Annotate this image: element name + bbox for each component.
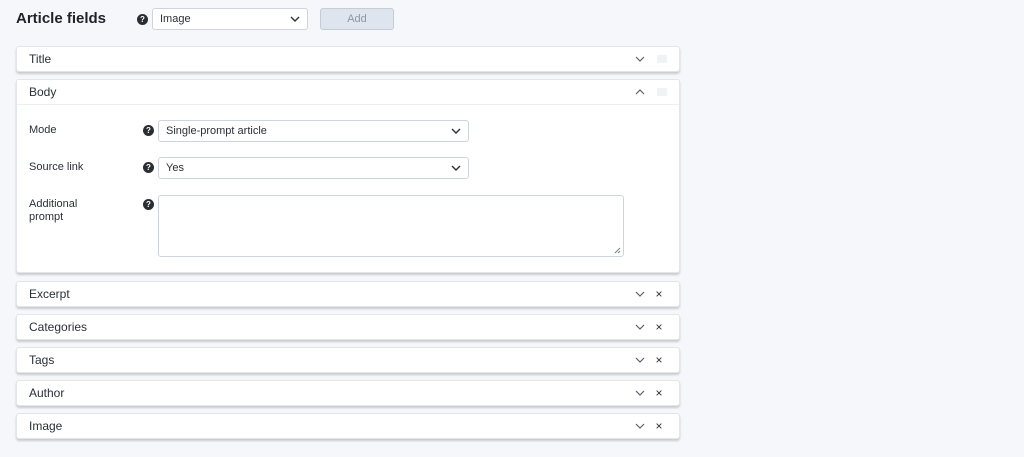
mode-label: Mode — [29, 124, 57, 136]
add-button[interactable]: Add — [320, 8, 394, 30]
mode-select-value: Single-prompt article — [166, 125, 267, 137]
chevron-down-icon[interactable] — [634, 420, 646, 432]
panel-categories-header[interactable]: Categories × — [17, 315, 679, 339]
resize-handle-icon[interactable] — [614, 247, 621, 254]
panel-title: Title — [16, 46, 680, 72]
additional-prompt-label: Additional prompt — [29, 198, 77, 224]
chevron-down-icon[interactable] — [634, 288, 646, 300]
drag-handle-icon — [657, 55, 667, 63]
panel-body-content: Mode ? Single-prompt article Source link… — [17, 104, 679, 272]
chevron-down-icon — [290, 16, 300, 22]
panel-title-label: Title — [29, 52, 52, 66]
panel-excerpt: Excerpt × — [16, 281, 680, 307]
close-icon[interactable]: × — [653, 354, 665, 366]
drag-handle-icon — [657, 88, 667, 96]
panel-tags-label: Tags — [29, 353, 55, 367]
panel-categories-label: Categories — [29, 320, 88, 334]
panel-body-header[interactable]: Body — [17, 80, 679, 104]
panel-excerpt-label: Excerpt — [29, 287, 70, 301]
field-type-select-value: Image — [160, 13, 191, 25]
chevron-down-icon[interactable] — [634, 53, 646, 65]
article-fields-header: Article fields ? Image Add — [16, 8, 416, 32]
source-link-label: Source link — [29, 161, 84, 173]
help-icon[interactable]: ? — [143, 199, 154, 210]
panel-title-header[interactable]: Title — [17, 47, 679, 71]
panel-body-label: Body — [29, 85, 57, 99]
additional-prompt-label-line2: prompt — [29, 211, 64, 223]
panel-author-header[interactable]: Author × — [17, 381, 679, 405]
source-link-select-value: Yes — [166, 162, 184, 174]
help-icon[interactable]: ? — [137, 14, 148, 25]
panel-image-label: Image — [29, 419, 63, 433]
panel-tags-header[interactable]: Tags × — [17, 348, 679, 372]
chevron-down-icon — [451, 128, 461, 134]
chevron-down-icon[interactable] — [634, 387, 646, 399]
chevron-down-icon[interactable] — [634, 321, 646, 333]
additional-prompt-textarea[interactable] — [158, 195, 624, 257]
panel-tags: Tags × — [16, 347, 680, 373]
close-icon[interactable]: × — [653, 288, 665, 300]
help-icon[interactable]: ? — [143, 125, 154, 136]
chevron-down-icon[interactable] — [634, 354, 646, 366]
panel-image-header[interactable]: Image × — [17, 414, 679, 438]
close-icon[interactable]: × — [653, 387, 665, 399]
field-type-select[interactable]: Image — [152, 8, 308, 30]
chevron-up-icon[interactable] — [634, 86, 646, 98]
panel-author-label: Author — [29, 386, 65, 400]
page-title: Article fields — [16, 10, 107, 27]
chevron-down-icon — [451, 165, 461, 171]
close-icon[interactable]: × — [653, 420, 665, 432]
panel-image: Image × — [16, 413, 680, 439]
panel-excerpt-header[interactable]: Excerpt × — [17, 282, 679, 306]
source-link-select[interactable]: Yes — [158, 157, 469, 179]
close-icon[interactable]: × — [653, 321, 665, 333]
mode-select[interactable]: Single-prompt article — [158, 120, 469, 142]
panel-categories: Categories × — [16, 314, 680, 340]
panel-body: Body Mode ? Single-prompt article Source… — [16, 79, 680, 273]
additional-prompt-label-line1: Additional — [29, 198, 78, 210]
help-icon[interactable]: ? — [143, 162, 154, 173]
panel-author: Author × — [16, 380, 680, 406]
